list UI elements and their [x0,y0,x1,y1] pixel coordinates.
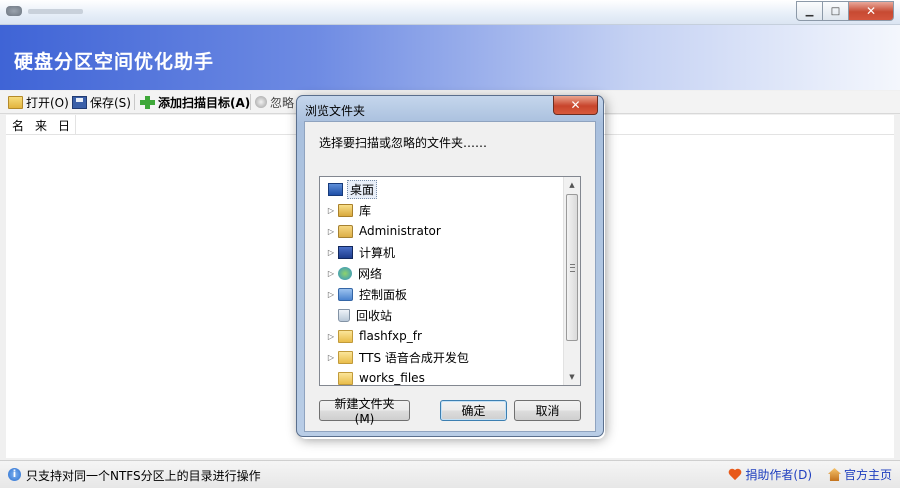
ignore-icon [255,96,267,108]
tree-item[interactable]: ▷ 库 [320,200,565,220]
toolbar-separator [134,94,135,110]
scroll-up-arrow-icon[interactable]: ▲ [564,177,580,193]
tree-item-label: Administrator [359,224,441,238]
dialog-title: 浏览文件夹 [305,104,366,118]
tree-item[interactable]: ▷ TTS 语音合成开发包 [320,347,565,367]
window-title-blurred [28,9,83,14]
status-bar: i 只支持对同一个NTFS分区上的目录进行操作 捐助作者(D) 官方主页 [0,460,900,488]
tree-item[interactable]: ▷ 计算机 [320,242,565,262]
open-folder-icon [8,95,23,109]
library-icon [338,203,353,217]
donate-link[interactable]: 捐助作者(D) [728,466,812,483]
tree-item[interactable]: 桌面 [320,179,565,199]
tree-item-label: 回收站 [356,308,393,323]
info-icon: i [8,468,21,481]
column-header-source[interactable]: 来 [35,117,47,134]
expand-arrow-icon[interactable]: ▷ [326,248,336,257]
title-bar[interactable]: ▁ □ ✕ [0,0,900,25]
tree-item-label: 桌面 [347,179,378,199]
tree-item-label: 计算机 [359,245,396,260]
folder-icon [338,371,353,385]
expand-arrow-icon[interactable]: ▷ [326,269,336,278]
save-button-label: 保存(S) [90,95,131,110]
expand-arrow-icon[interactable]: ▷ [326,332,336,341]
minimize-button[interactable]: ▁ [796,1,823,21]
donate-label: 捐助作者(D) [745,468,812,482]
app-icon [6,6,22,16]
control-panel-icon [338,287,353,301]
column-header-date[interactable]: 日 [58,117,70,134]
open-button[interactable]: 打开(O) [8,93,69,111]
tree-scrollbar[interactable]: ▲ ▼ [563,177,580,385]
user-folder-icon [338,224,353,238]
tree-item-label: TTS 语音合成开发包 [359,350,469,365]
tree-item-label: works_files [359,371,425,385]
ignore-label: 忽略 [270,95,295,110]
save-button[interactable]: 保存(S) [72,93,131,111]
tree-item[interactable]: ▷ Administrator [320,221,565,241]
homepage-link[interactable]: 官方主页 [827,466,892,483]
expand-arrow-icon[interactable]: ▷ [326,227,336,236]
dialog-instruction: 选择要扫描或忽略的文件夹…… [319,136,488,150]
open-button-label: 打开(O) [26,95,69,110]
app-title: 硬盘分区空间优化助手 [14,51,215,73]
folder-icon [338,350,353,364]
add-target-button[interactable]: 添加扫描目标(A) [140,93,250,111]
desktop-icon [328,182,343,196]
save-disk-icon [72,95,87,109]
tree-item[interactable]: ▷ 网络 [320,263,565,283]
tree-item[interactable]: works_files [320,368,565,385]
add-plus-icon [140,95,155,109]
toolbar-separator [250,94,251,110]
tree-item-label: flashfxp_fr [359,329,422,343]
column-divider [75,115,76,134]
close-button[interactable]: ✕ [849,1,894,21]
cancel-button[interactable]: 取消 [514,400,581,421]
tree-item-label: 库 [359,203,372,218]
scroll-down-arrow-icon[interactable]: ▼ [564,369,580,385]
new-folder-button[interactable]: 新建文件夹(M) [319,397,410,426]
expand-arrow-icon[interactable]: ▷ [326,206,336,215]
browse-folder-dialog: 浏览文件夹 ✕ 选择要扫描或忽略的文件夹…… 桌面 ▷ 库 ▷ Administrato… [296,95,604,437]
status-message: 只支持对同一个NTFS分区上的目录进行操作 [26,469,261,483]
recycle-bin-icon [338,308,350,322]
home-icon [827,468,841,481]
tree-item[interactable]: ▷ 控制面板 [320,284,565,304]
scroll-grip-icon [570,264,575,272]
tree-item[interactable]: ▷ flashfxp_fr [320,326,565,346]
homepage-label: 官方主页 [843,468,892,482]
tree-item-label: 控制面板 [359,287,408,302]
add-target-label: 添加扫描目标(A) [158,95,251,110]
ok-button[interactable]: 确定 [440,400,507,421]
expand-arrow-icon[interactable]: ▷ [326,353,336,362]
network-icon [338,266,352,280]
folder-tree[interactable]: 桌面 ▷ 库 ▷ Administrator ▷ 计算机 ▷ 网络 ▷ 控制面板 回收站 ▷ flashf… [319,176,581,386]
computer-icon [338,245,353,259]
dialog-client-area: 选择要扫描或忽略的文件夹…… 桌面 ▷ 库 ▷ Administrator ▷ 计算机 ▷ 网络… [304,121,596,432]
maximize-button[interactable]: □ [823,1,849,21]
header-banner: 硬盘分区空间优化助手 [0,25,900,90]
dialog-close-button[interactable]: ✕ [553,96,598,115]
window-controls: ▁ □ ✕ [796,1,894,21]
scroll-thumb[interactable] [566,194,578,341]
tree-item[interactable]: 回收站 [320,305,565,325]
ignore-button[interactable]: 忽略 [255,93,294,111]
column-header-name[interactable]: 名 [12,117,24,134]
expand-arrow-icon[interactable]: ▷ [326,290,336,299]
folder-icon [338,329,353,343]
tree-item-label: 网络 [358,266,383,281]
heart-icon [728,469,742,481]
